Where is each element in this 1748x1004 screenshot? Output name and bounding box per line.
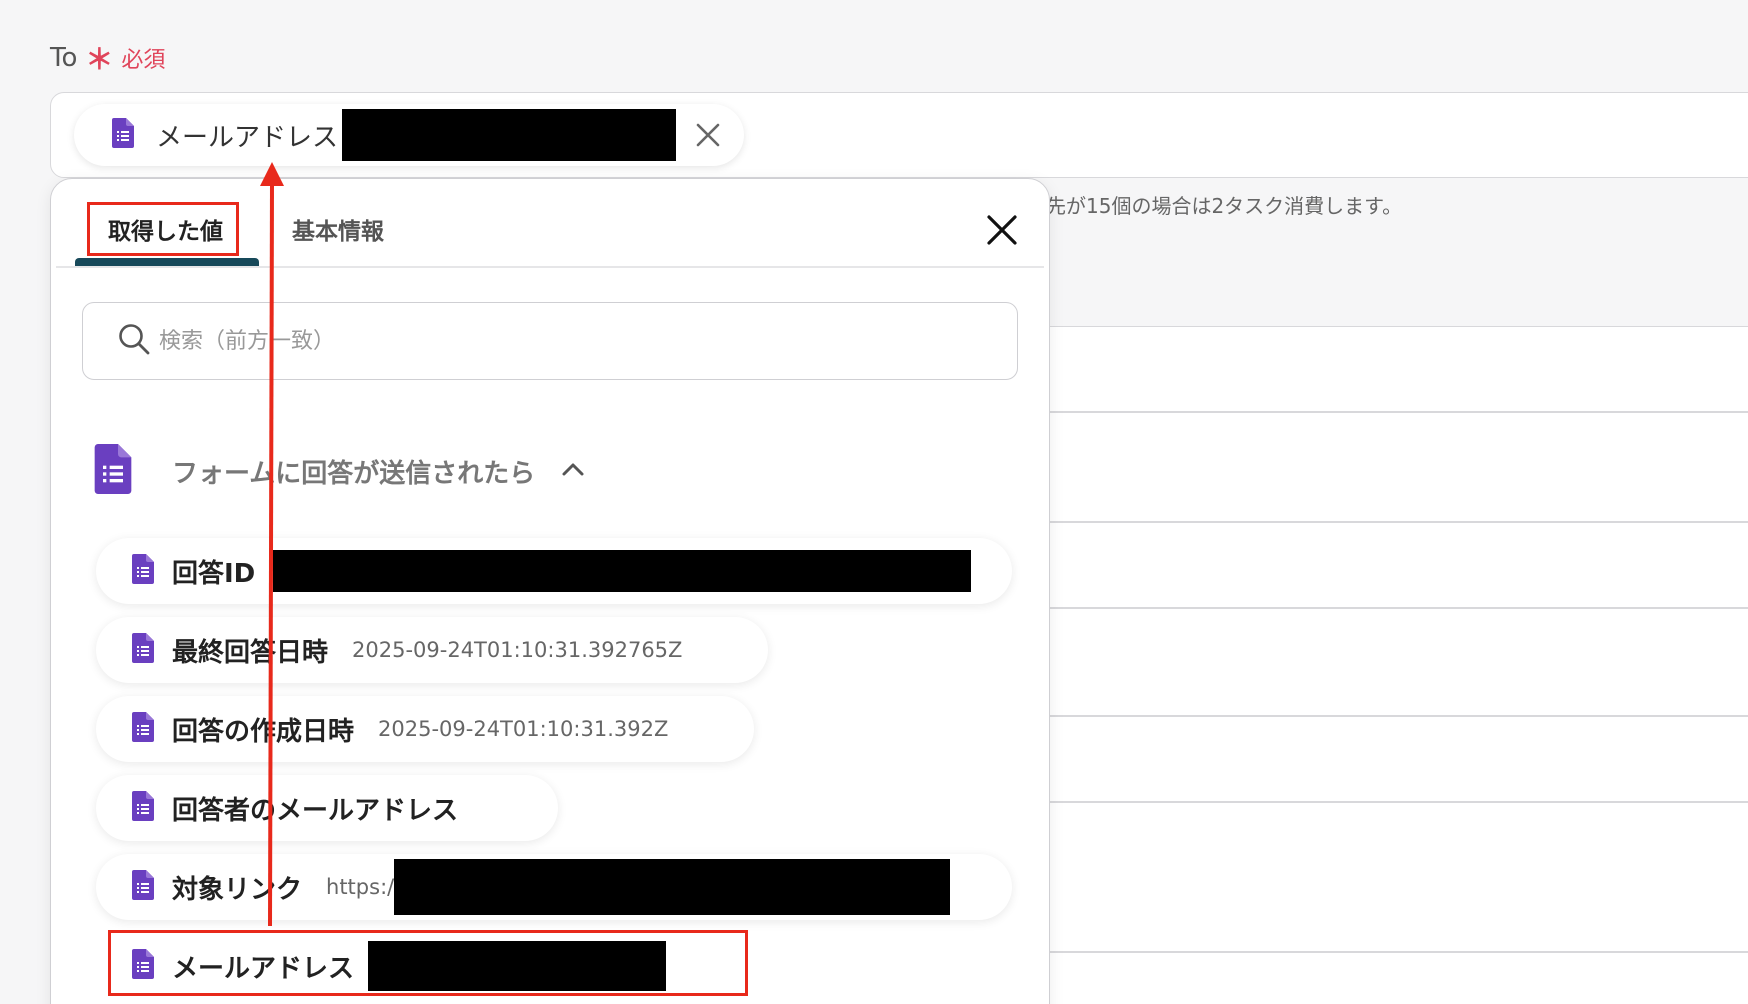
annotation-arrow bbox=[260, 162, 284, 927]
